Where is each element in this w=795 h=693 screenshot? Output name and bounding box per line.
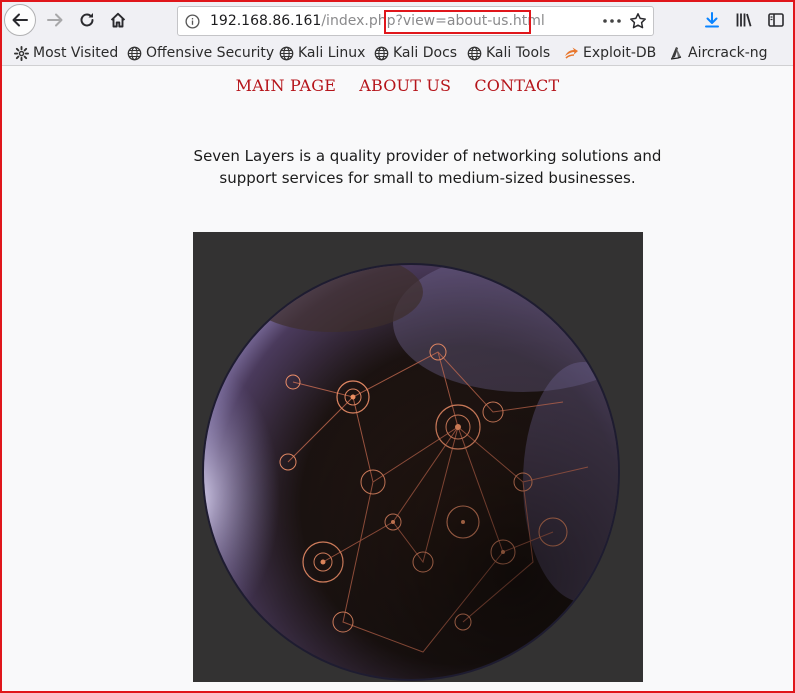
downloads-button[interactable]	[697, 5, 727, 35]
bookmark-most-visited[interactable]: Most Visited	[13, 43, 118, 63]
bookmark-offensive-security[interactable]: Offensive Security	[126, 43, 274, 63]
gear-icon	[13, 45, 29, 61]
info-icon[interactable]	[185, 14, 200, 29]
library-button[interactable]	[729, 5, 759, 35]
url-path: /index.php?view=about-us.html	[321, 13, 545, 29]
arrow-left-icon	[12, 13, 28, 27]
bookmark-label: Kali Docs	[393, 45, 458, 61]
bookmark-aircrack-ng[interactable]: Aircrack-ng	[668, 43, 768, 63]
download-icon	[705, 12, 719, 28]
home-icon	[110, 12, 126, 28]
nav-link-main-page[interactable]: MAIN PAGE	[236, 76, 336, 95]
nav-link-contact[interactable]: CONTACT	[474, 76, 559, 95]
arrow-right-icon	[47, 13, 63, 27]
more-actions-icon[interactable]	[601, 13, 623, 29]
intro-line-1: Seven Layers is a quality provider of ne…	[193, 147, 662, 165]
forward-button[interactable]	[40, 5, 70, 35]
sidebar-button[interactable]	[761, 5, 791, 35]
planet-image	[193, 232, 643, 682]
aircrack-icon	[668, 45, 684, 61]
url-host: 192.168.86.161	[210, 13, 322, 29]
reload-icon	[80, 13, 94, 27]
globe-icon	[278, 45, 294, 61]
back-button[interactable]	[4, 4, 36, 36]
url-bar[interactable]: 192.168.86.161/index.php?view=about-us.h…	[177, 6, 654, 36]
globe-icon	[126, 45, 142, 61]
bookmarks-toolbar: Most Visited Offensive Security Kali Lin…	[0, 40, 795, 66]
globe-icon	[373, 45, 389, 61]
bookmark-kali-linux[interactable]: Kali Linux	[278, 43, 365, 63]
site-navigation: MAIN PAGE ABOUT US CONTACT	[0, 76, 795, 95]
globe-icon	[466, 45, 482, 61]
exploit-db-icon	[563, 45, 579, 61]
nav-link-about-us[interactable]: ABOUT US	[359, 76, 451, 95]
bookmark-kali-docs[interactable]: Kali Docs	[373, 43, 457, 63]
intro-line-2: support services for small to medium-siz…	[219, 169, 636, 187]
bookmark-label: Kali Tools	[486, 45, 551, 61]
reload-button[interactable]	[72, 5, 102, 35]
bookmark-label: Exploit-DB	[583, 45, 657, 61]
about-intro-text: Seven Layers is a quality provider of ne…	[180, 145, 675, 189]
library-icon	[736, 13, 752, 27]
sidebar-icon	[768, 13, 784, 27]
bookmark-star-icon[interactable]	[629, 12, 647, 30]
home-button[interactable]	[103, 5, 133, 35]
bookmark-label: Offensive Security	[146, 45, 275, 61]
web-page: MAIN PAGE ABOUT US CONTACT Seven Layers …	[0, 67, 795, 693]
bookmark-kali-tools[interactable]: Kali Tools	[466, 43, 550, 63]
bookmark-label: Most Visited	[33, 45, 119, 61]
bookmark-label: Aircrack-ng	[688, 45, 768, 61]
url-text[interactable]: 192.168.86.161/index.php?view=about-us.h…	[210, 13, 545, 29]
bookmark-label: Kali Linux	[298, 45, 366, 61]
browser-toolbar: 192.168.86.161/index.php?view=about-us.h…	[0, 0, 795, 40]
bookmark-exploit-db[interactable]: Exploit-DB	[563, 43, 656, 63]
